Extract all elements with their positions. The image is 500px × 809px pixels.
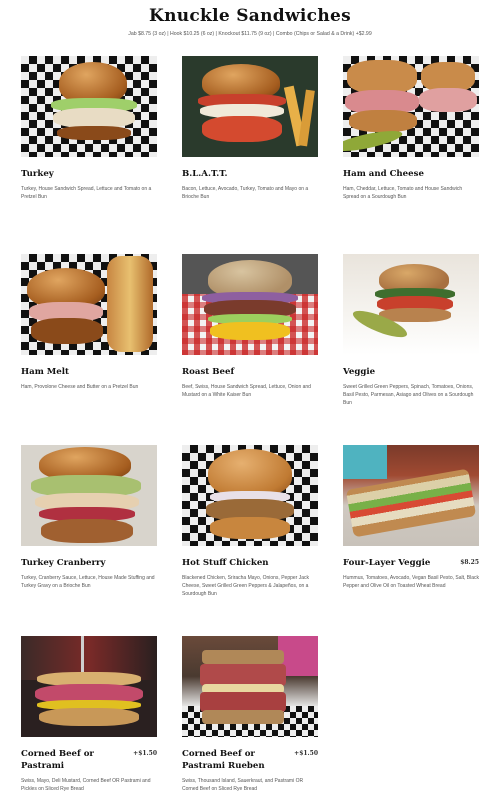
item-name: Ham and Cheese: [343, 169, 424, 179]
ham-and-cheese-photo: [343, 56, 479, 157]
menu-item-roast-beef[interactable]: Roast Beef Beef, Swiss, House Sandwich S…: [182, 254, 318, 399]
item-name: Veggie: [343, 367, 376, 377]
item-description: Sweet Grilled Green Peppers, Spinach, To…: [343, 384, 474, 406]
menu-item-corned-beef-or-pastrami-rueben[interactable]: Corned Beef or Pastrami Rueben +$1.50 Swi…: [182, 636, 318, 793]
item-name: Hot Stuff Chicken: [182, 558, 269, 568]
rueben-photo: [182, 636, 318, 737]
page-title: Knuckle Sandwiches: [149, 6, 351, 26]
item-name-text: Corned Beef or Pastrami Rueben: [182, 749, 265, 771]
item-description: Ham, Provolone Cheese and Butter on a Pr…: [21, 384, 139, 390]
item-name: Corned Beef or Pastrami Rueben +$1.50: [182, 748, 318, 772]
menu-item-blatt[interactable]: B.L.A.T.T. Bacon, Lettuce, Avocado, Turk…: [182, 56, 318, 201]
item-name: Roast Beef: [182, 367, 235, 377]
item-price: +$1.50: [133, 750, 157, 757]
item-description: Ham, Cheddar, Lettuce, Tomato and House …: [343, 186, 463, 200]
item-name-text: Corned Beef or Pastrami: [21, 749, 94, 771]
item-description: Turkey, House Sandwich Spread, Lettuce a…: [21, 186, 152, 200]
item-description: Hummus, Tomatoes, Avocado, Vegan Basil P…: [343, 575, 479, 589]
item-name: Turkey: [21, 169, 54, 179]
item-name-text: Four-Layer Veggie: [343, 558, 431, 568]
turkey-photo: [21, 56, 157, 157]
hot-stuff-chicken-photo: [182, 445, 318, 546]
corned-beef-photo: [21, 636, 157, 737]
menu-item-turkey-cranberry[interactable]: Turkey Cranberry Turkey, Cranberry Sauce…: [21, 445, 157, 590]
item-name: Four-Layer Veggie $8.25: [343, 557, 479, 569]
item-name: B.L.A.T.T.: [182, 169, 228, 179]
veggie-photo: [343, 254, 479, 355]
menu-item-turkey[interactable]: Turkey Turkey, House Sandwich Spread, Le…: [21, 56, 157, 201]
item-description: Swiss, Thousand Island, Sauerkraut, and …: [182, 778, 304, 792]
item-description: Swiss, Mayo, Deli Mustard, Corned Beef O…: [21, 778, 151, 792]
menu-item-hot-stuff-chicken[interactable]: Hot Stuff Chicken Blackened Chicken, Sri…: [182, 445, 318, 598]
item-name: Ham Melt: [21, 367, 69, 377]
blatt-photo: [182, 56, 318, 157]
roast-beef-photo: [182, 254, 318, 355]
menu-item-veggie[interactable]: Veggie Sweet Grilled Green Peppers, Spin…: [343, 254, 479, 407]
item-name: Corned Beef or Pastrami +$1.50: [21, 748, 157, 772]
ham-melt-photo: [21, 254, 157, 355]
item-description: Turkey, Cranberry Sauce, Lettuce, House …: [21, 575, 155, 589]
menu-item-ham-melt[interactable]: Ham Melt Ham, Provolone Cheese and Butte…: [21, 254, 157, 391]
item-description: Blackened Chicken, Sriracha Mayo, Onions…: [182, 575, 310, 597]
item-price: +$1.50: [294, 750, 318, 757]
item-name: Turkey Cranberry: [21, 558, 106, 568]
menu-header: Knuckle Sandwiches Jab $8.75 (3 oz) | Ho…: [0, 0, 500, 37]
item-price: $8.25: [460, 559, 479, 566]
menu-item-corned-beef-or-pastrami[interactable]: Corned Beef or Pastrami +$1.50 Swiss, May…: [21, 636, 157, 793]
menu-item-ham-and-cheese[interactable]: Ham and Cheese Ham, Cheddar, Lettuce, To…: [343, 56, 479, 201]
item-description: Beef, Swiss, House Sandwich Spread, Lett…: [182, 384, 311, 398]
item-description: Bacon, Lettuce, Avocado, Turkey, Tomato …: [182, 186, 309, 200]
four-layer-veggie-photo: [343, 445, 479, 546]
turkey-cranberry-photo: [21, 445, 157, 546]
size-pricing-line: Jab $8.75 (3 oz) | Hook $10.25 (6 oz) | …: [128, 31, 372, 37]
menu-item-four-layer-veggie[interactable]: Four-Layer Veggie $8.25 Hummus, Tomatoes,…: [343, 445, 479, 590]
